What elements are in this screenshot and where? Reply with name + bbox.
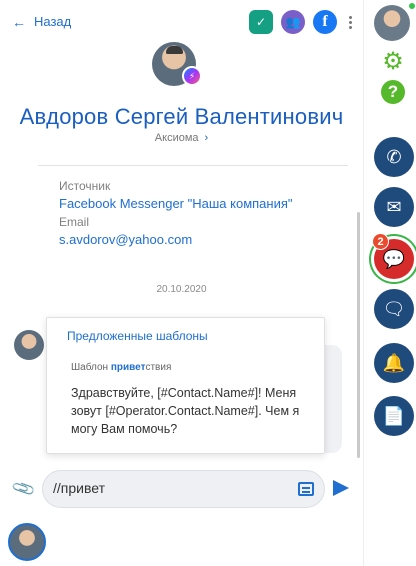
header-actions: ✓ 👥 f xyxy=(249,10,353,34)
email-icon: ✉ xyxy=(386,196,402,217)
template-highlight: привет xyxy=(110,362,146,373)
contact-info: Источник Facebook Messenger "Наша компан… xyxy=(59,178,293,250)
messages-icon: 🗨 xyxy=(382,298,406,319)
back-arrow-icon: ← xyxy=(12,13,26,30)
contact-organization[interactable]: Аксиома › xyxy=(0,132,363,144)
users-icon[interactable]: 👥 xyxy=(281,10,305,34)
templates-title: Предложенные шаблоны xyxy=(67,329,208,343)
email-value[interactable]: s.avdorov@yahoo.com xyxy=(59,231,293,248)
gear-icon[interactable]: ⚙ xyxy=(381,50,405,74)
template-text[interactable]: Здравствуйте, [#Contact.Name#]! Меня зов… xyxy=(71,384,311,438)
user-avatar[interactable] xyxy=(374,5,410,41)
send-icon[interactable] xyxy=(333,480,349,496)
messages-button[interactable]: 🗨 xyxy=(374,289,414,329)
document-icon: 📄 xyxy=(382,405,406,426)
unread-badge: 2 xyxy=(372,233,389,250)
attach-icon[interactable]: 📎 xyxy=(10,475,37,502)
messenger-icon: ⚡ xyxy=(182,66,202,86)
chat-panel: ← Назад ✓ 👥 f ⚡ Авдоров Сергей Валентино… xyxy=(0,0,363,566)
scrollbar[interactable] xyxy=(357,212,360,458)
operator-avatar[interactable] xyxy=(8,523,46,561)
source-value[interactable]: Facebook Messenger "Наша компания" xyxy=(59,195,293,212)
templates-popup: Предложенные шаблоны Шаблон приветствия … xyxy=(46,317,325,454)
online-status-icon xyxy=(409,3,415,9)
chat-date: 20.10.2020 xyxy=(156,284,207,295)
organization-label: Аксиома xyxy=(154,132,199,144)
template-name[interactable]: Шаблон приветствия xyxy=(71,362,171,373)
divider xyxy=(38,165,348,166)
email-button[interactable]: ✉ xyxy=(374,187,414,227)
right-rail: ⚙ ? ✆ ✉ 2 💬 🗨 🔔 📄 xyxy=(363,0,416,566)
notifications-button[interactable]: 🔔 xyxy=(374,343,414,383)
message-input[interactable] xyxy=(53,480,283,496)
phone-icon: ✆ xyxy=(386,146,402,167)
more-menu-icon[interactable] xyxy=(347,15,353,29)
message-avatar xyxy=(14,330,44,360)
help-icon[interactable]: ? xyxy=(381,80,405,104)
template-suffix: ствия xyxy=(145,362,172,373)
template-prefix: Шаблон xyxy=(71,362,111,373)
chevron-right-icon: › xyxy=(204,132,209,144)
email-label: Email xyxy=(59,215,90,229)
chat-icon: 💬 xyxy=(382,248,406,269)
templates-icon[interactable] xyxy=(298,482,314,496)
back-button[interactable]: ← Назад xyxy=(12,14,71,29)
contact-name[interactable]: Авдоров Сергей Валентинович xyxy=(0,104,363,130)
documents-button[interactable]: 📄 xyxy=(374,396,414,436)
task-icon[interactable]: ✓ xyxy=(249,10,273,34)
bell-icon: 🔔 xyxy=(382,352,406,373)
source-label: Источник xyxy=(59,179,111,193)
facebook-icon[interactable]: f xyxy=(313,10,337,34)
back-label: Назад xyxy=(34,14,72,29)
message-composer xyxy=(42,470,325,508)
phone-button[interactable]: ✆ xyxy=(374,137,414,177)
